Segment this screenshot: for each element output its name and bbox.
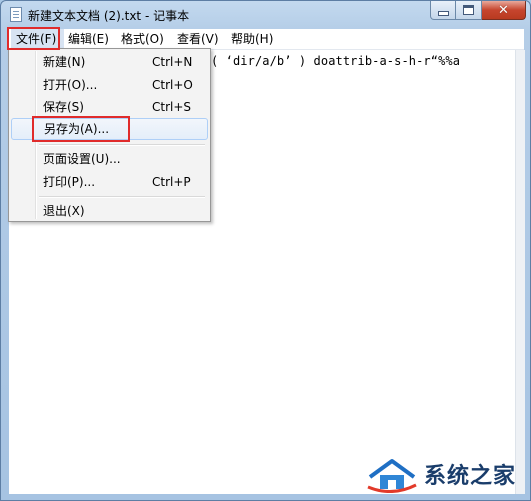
vertical-scrollbar[interactable] xyxy=(515,50,525,494)
menu-item-page-setup[interactable]: 页面设置(U)... xyxy=(11,148,208,170)
menu-item-save-as-label: 另存为(A)... xyxy=(44,122,110,136)
close-icon: ✕ xyxy=(498,2,509,18)
menu-item-print-shortcut: Ctrl+P xyxy=(152,175,191,189)
menu-item-new-label: 新建(N) xyxy=(43,55,86,69)
menu-item-print-label: 打印(P)... xyxy=(43,175,96,189)
menu-item-save-as[interactable]: 另存为(A)... xyxy=(11,118,208,140)
menu-item-save[interactable]: 保存(S) Ctrl+S xyxy=(11,96,208,118)
close-button[interactable]: ✕ xyxy=(482,1,526,20)
menu-bar: 文件(F) 编辑(E) 格式(O) 查看(V) 帮助(H) xyxy=(9,29,524,50)
menu-edit[interactable]: 编辑(E) xyxy=(68,29,109,49)
menu-help[interactable]: 帮助(H) xyxy=(231,29,273,49)
menu-item-save-shortcut: Ctrl+S xyxy=(152,100,192,114)
menu-item-print[interactable]: 打印(P)... Ctrl+P xyxy=(11,171,208,193)
menu-item-open-shortcut: Ctrl+O xyxy=(152,78,193,92)
menu-item-new[interactable]: 新建(N) Ctrl+N xyxy=(11,51,208,73)
menu-view[interactable]: 查看(V) xyxy=(177,29,219,49)
menu-item-exit-label: 退出(X) xyxy=(43,204,85,218)
editor-content[interactable]: ( ‘dir/a/b’ ) doattrib-a-s-h-r“%%a xyxy=(211,54,460,68)
menu-format-label: 格式(O) xyxy=(121,32,164,46)
menu-separator xyxy=(39,144,205,146)
menu-item-save-label: 保存(S) xyxy=(43,100,84,114)
file-menu-dropdown: 新建(N) Ctrl+N 打开(O)... Ctrl+O 保存(S) Ctrl+… xyxy=(8,48,211,222)
house-logo-icon xyxy=(367,459,417,493)
window-title: 新建文本文档 (2).txt - 记事本 xyxy=(28,9,190,23)
minimize-icon xyxy=(437,11,449,16)
menu-format[interactable]: 格式(O) xyxy=(121,29,164,49)
menu-item-new-shortcut: Ctrl+N xyxy=(152,55,193,69)
minimize-button[interactable] xyxy=(430,1,456,20)
menu-file-label: 文件(F) xyxy=(16,32,57,46)
watermark-logo: 系统之家 xyxy=(360,453,530,497)
menu-help-label: 帮助(H) xyxy=(231,32,274,46)
window-controls: ✕ xyxy=(430,1,526,21)
menu-separator xyxy=(39,196,205,198)
notepad-icon xyxy=(10,7,22,22)
menu-item-open[interactable]: 打开(O)... Ctrl+O xyxy=(11,74,208,96)
menu-item-open-label: 打开(O)... xyxy=(43,78,98,92)
watermark-text: 系统之家 xyxy=(424,464,517,489)
maximize-button[interactable] xyxy=(456,1,482,20)
menu-view-label: 查看(V) xyxy=(177,32,219,46)
menu-edit-label: 编辑(E) xyxy=(68,32,109,46)
menu-item-page-setup-label: 页面设置(U)... xyxy=(43,152,121,166)
menu-file[interactable]: 文件(F) xyxy=(11,29,64,49)
maximize-icon xyxy=(463,5,474,15)
title-bar[interactable]: 新建文本文档 (2).txt - 记事本 ✕ xyxy=(1,1,530,29)
menu-item-exit[interactable]: 退出(X) xyxy=(11,200,208,222)
